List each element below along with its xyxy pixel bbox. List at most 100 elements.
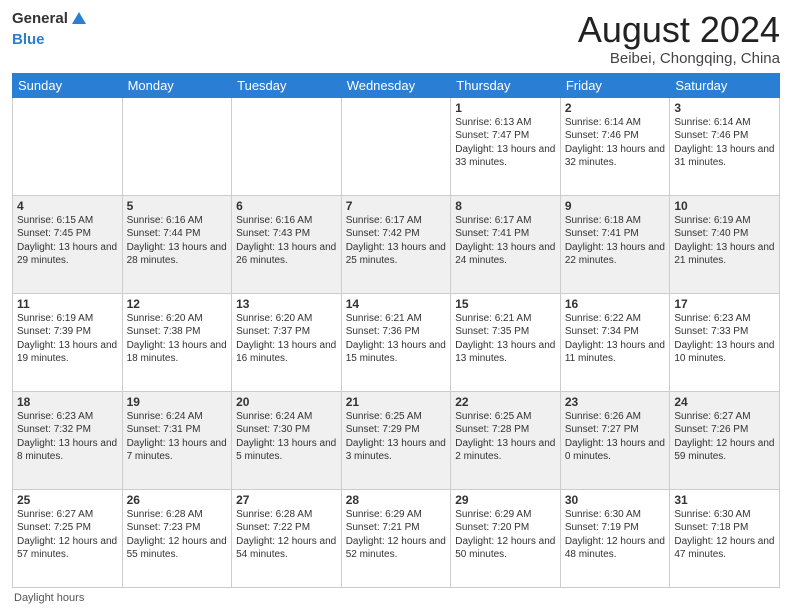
- col-header-wednesday: Wednesday: [341, 73, 451, 97]
- day-info: Sunrise: 6:17 AM Sunset: 7:42 PM Dayligh…: [346, 214, 447, 268]
- calendar-week-row: 25Sunrise: 6:27 AM Sunset: 7:25 PM Dayli…: [13, 489, 780, 587]
- calendar-cell: 23Sunrise: 6:26 AM Sunset: 7:27 PM Dayli…: [560, 391, 670, 489]
- calendar-cell: 2Sunrise: 6:14 AM Sunset: 7:46 PM Daylig…: [560, 97, 670, 195]
- calendar-cell: 17Sunrise: 6:23 AM Sunset: 7:33 PM Dayli…: [670, 293, 780, 391]
- day-info: Sunrise: 6:15 AM Sunset: 7:45 PM Dayligh…: [17, 214, 118, 268]
- col-header-thursday: Thursday: [451, 73, 561, 97]
- day-info: Sunrise: 6:26 AM Sunset: 7:27 PM Dayligh…: [565, 410, 666, 464]
- title-area: August 2024 Beibei, Chongqing, China: [578, 10, 780, 67]
- day-info: Sunrise: 6:19 AM Sunset: 7:39 PM Dayligh…: [17, 312, 118, 366]
- day-info: Sunrise: 6:30 AM Sunset: 7:18 PM Dayligh…: [674, 508, 775, 562]
- calendar-cell: 12Sunrise: 6:20 AM Sunset: 7:38 PM Dayli…: [122, 293, 232, 391]
- calendar-cell: 3Sunrise: 6:14 AM Sunset: 7:46 PM Daylig…: [670, 97, 780, 195]
- calendar-cell: 26Sunrise: 6:28 AM Sunset: 7:23 PM Dayli…: [122, 489, 232, 587]
- calendar-cell: 5Sunrise: 6:16 AM Sunset: 7:44 PM Daylig…: [122, 195, 232, 293]
- day-number: 30: [565, 493, 666, 507]
- calendar-cell: [13, 97, 123, 195]
- footer-note: Daylight hours: [12, 592, 780, 604]
- day-number: 28: [346, 493, 447, 507]
- calendar-cell: 7Sunrise: 6:17 AM Sunset: 7:42 PM Daylig…: [341, 195, 451, 293]
- day-number: 3: [674, 101, 775, 115]
- calendar-cell: [232, 97, 342, 195]
- calendar-cell: 10Sunrise: 6:19 AM Sunset: 7:40 PM Dayli…: [670, 195, 780, 293]
- logo: General Blue: [12, 10, 88, 49]
- calendar-cell: 13Sunrise: 6:20 AM Sunset: 7:37 PM Dayli…: [232, 293, 342, 391]
- day-info: Sunrise: 6:17 AM Sunset: 7:41 PM Dayligh…: [455, 214, 556, 268]
- day-info: Sunrise: 6:24 AM Sunset: 7:30 PM Dayligh…: [236, 410, 337, 464]
- day-info: Sunrise: 6:19 AM Sunset: 7:40 PM Dayligh…: [674, 214, 775, 268]
- day-info: Sunrise: 6:29 AM Sunset: 7:20 PM Dayligh…: [455, 508, 556, 562]
- day-info: Sunrise: 6:28 AM Sunset: 7:23 PM Dayligh…: [127, 508, 228, 562]
- day-number: 23: [565, 395, 666, 409]
- calendar-header-row: SundayMondayTuesdayWednesdayThursdayFrid…: [13, 73, 780, 97]
- day-info: Sunrise: 6:24 AM Sunset: 7:31 PM Dayligh…: [127, 410, 228, 464]
- day-number: 7: [346, 199, 447, 213]
- calendar-cell: 24Sunrise: 6:27 AM Sunset: 7:26 PM Dayli…: [670, 391, 780, 489]
- day-info: Sunrise: 6:16 AM Sunset: 7:43 PM Dayligh…: [236, 214, 337, 268]
- day-info: Sunrise: 6:23 AM Sunset: 7:32 PM Dayligh…: [17, 410, 118, 464]
- calendar-week-row: 4Sunrise: 6:15 AM Sunset: 7:45 PM Daylig…: [13, 195, 780, 293]
- calendar-week-row: 11Sunrise: 6:19 AM Sunset: 7:39 PM Dayli…: [13, 293, 780, 391]
- day-number: 13: [236, 297, 337, 311]
- day-info: Sunrise: 6:30 AM Sunset: 7:19 PM Dayligh…: [565, 508, 666, 562]
- day-number: 8: [455, 199, 556, 213]
- day-number: 18: [17, 395, 118, 409]
- day-info: Sunrise: 6:25 AM Sunset: 7:28 PM Dayligh…: [455, 410, 556, 464]
- calendar-cell: 15Sunrise: 6:21 AM Sunset: 7:35 PM Dayli…: [451, 293, 561, 391]
- day-info: Sunrise: 6:16 AM Sunset: 7:44 PM Dayligh…: [127, 214, 228, 268]
- day-number: 1: [455, 101, 556, 115]
- location-title: Beibei, Chongqing, China: [578, 50, 780, 67]
- logo-general-text: General: [12, 11, 68, 28]
- calendar-cell: 18Sunrise: 6:23 AM Sunset: 7:32 PM Dayli…: [13, 391, 123, 489]
- day-number: 19: [127, 395, 228, 409]
- day-number: 22: [455, 395, 556, 409]
- logo-icon: [70, 10, 88, 28]
- col-header-saturday: Saturday: [670, 73, 780, 97]
- calendar-cell: 20Sunrise: 6:24 AM Sunset: 7:30 PM Dayli…: [232, 391, 342, 489]
- month-year-title: August 2024: [578, 10, 780, 50]
- calendar-cell: 19Sunrise: 6:24 AM Sunset: 7:31 PM Dayli…: [122, 391, 232, 489]
- day-number: 21: [346, 395, 447, 409]
- day-number: 29: [455, 493, 556, 507]
- calendar-cell: 11Sunrise: 6:19 AM Sunset: 7:39 PM Dayli…: [13, 293, 123, 391]
- calendar-cell: 31Sunrise: 6:30 AM Sunset: 7:18 PM Dayli…: [670, 489, 780, 587]
- calendar-table: SundayMondayTuesdayWednesdayThursdayFrid…: [12, 73, 780, 588]
- day-number: 26: [127, 493, 228, 507]
- calendar-week-row: 1Sunrise: 6:13 AM Sunset: 7:47 PM Daylig…: [13, 97, 780, 195]
- col-header-friday: Friday: [560, 73, 670, 97]
- calendar-cell: 4Sunrise: 6:15 AM Sunset: 7:45 PM Daylig…: [13, 195, 123, 293]
- day-info: Sunrise: 6:14 AM Sunset: 7:46 PM Dayligh…: [674, 116, 775, 170]
- calendar-cell: [341, 97, 451, 195]
- calendar-cell: 29Sunrise: 6:29 AM Sunset: 7:20 PM Dayli…: [451, 489, 561, 587]
- day-number: 12: [127, 297, 228, 311]
- calendar-cell: 9Sunrise: 6:18 AM Sunset: 7:41 PM Daylig…: [560, 195, 670, 293]
- calendar-cell: 6Sunrise: 6:16 AM Sunset: 7:43 PM Daylig…: [232, 195, 342, 293]
- day-number: 4: [17, 199, 118, 213]
- day-number: 17: [674, 297, 775, 311]
- day-number: 9: [565, 199, 666, 213]
- day-info: Sunrise: 6:27 AM Sunset: 7:26 PM Dayligh…: [674, 410, 775, 464]
- calendar-cell: 22Sunrise: 6:25 AM Sunset: 7:28 PM Dayli…: [451, 391, 561, 489]
- day-info: Sunrise: 6:20 AM Sunset: 7:37 PM Dayligh…: [236, 312, 337, 366]
- day-number: 10: [674, 199, 775, 213]
- day-info: Sunrise: 6:23 AM Sunset: 7:33 PM Dayligh…: [674, 312, 775, 366]
- day-number: 20: [236, 395, 337, 409]
- calendar-cell: 28Sunrise: 6:29 AM Sunset: 7:21 PM Dayli…: [341, 489, 451, 587]
- calendar-cell: 14Sunrise: 6:21 AM Sunset: 7:36 PM Dayli…: [341, 293, 451, 391]
- day-number: 14: [346, 297, 447, 311]
- col-header-tuesday: Tuesday: [232, 73, 342, 97]
- day-info: Sunrise: 6:13 AM Sunset: 7:47 PM Dayligh…: [455, 116, 556, 170]
- day-info: Sunrise: 6:20 AM Sunset: 7:38 PM Dayligh…: [127, 312, 228, 366]
- day-number: 25: [17, 493, 118, 507]
- day-number: 31: [674, 493, 775, 507]
- calendar-cell: 27Sunrise: 6:28 AM Sunset: 7:22 PM Dayli…: [232, 489, 342, 587]
- calendar-week-row: 18Sunrise: 6:23 AM Sunset: 7:32 PM Dayli…: [13, 391, 780, 489]
- day-info: Sunrise: 6:22 AM Sunset: 7:34 PM Dayligh…: [565, 312, 666, 366]
- day-number: 27: [236, 493, 337, 507]
- day-number: 24: [674, 395, 775, 409]
- day-number: 6: [236, 199, 337, 213]
- day-info: Sunrise: 6:25 AM Sunset: 7:29 PM Dayligh…: [346, 410, 447, 464]
- calendar-cell: 30Sunrise: 6:30 AM Sunset: 7:19 PM Dayli…: [560, 489, 670, 587]
- day-number: 11: [17, 297, 118, 311]
- day-info: Sunrise: 6:28 AM Sunset: 7:22 PM Dayligh…: [236, 508, 337, 562]
